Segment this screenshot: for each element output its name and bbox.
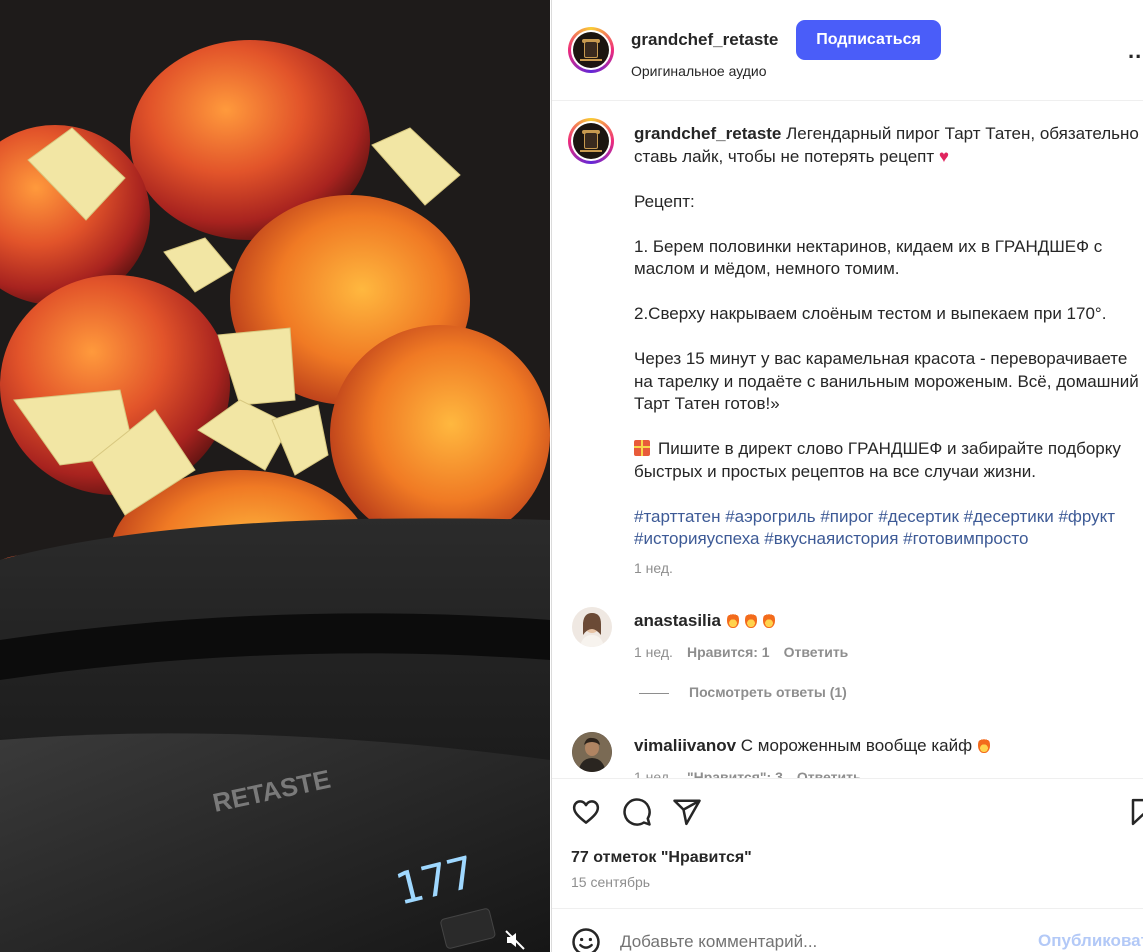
heart-emoji-icon: ♥ [938, 146, 949, 166]
like-icon[interactable] [571, 797, 601, 827]
brand-logo-icon [573, 123, 609, 159]
recipe-step-2: 2.Сверху накрываем слоёным тестом и выпе… [634, 304, 1107, 323]
hashtags[interactable]: #тарттатен #аэрогриль #пирог #десертик #… [634, 506, 1143, 551]
fire-emoji-icon [726, 612, 739, 628]
author-username[interactable]: grandchef_retaste [631, 30, 778, 50]
comments-section[interactable]: grandchef_retaste Легендарный пирог Тарт… [552, 102, 1143, 778]
caption-timestamp[interactable]: 1 нед. [634, 560, 673, 576]
comment-icon[interactable] [622, 797, 652, 827]
likes-count[interactable]: 77 отметок "Нравится" [571, 849, 752, 867]
publish-button[interactable]: Опубликовать [1038, 931, 1143, 951]
commenter-username[interactable]: vimaliivanov [634, 736, 736, 755]
recipe-title: Рецепт: [634, 191, 695, 211]
recipe-step-3: Через 15 минут у вас карамельная красота… [634, 349, 1139, 413]
post-actions: 77 отметок "Нравится" 15 сентябрь [552, 778, 1143, 908]
view-replies-button[interactable]: Посмотреть ответы (1) [689, 684, 847, 700]
caption-username[interactable]: grandchef_retaste [634, 124, 781, 143]
bookmark-icon[interactable] [1128, 797, 1143, 827]
post-header: grandchef_retaste Подписаться Оригинальн… [552, 0, 1143, 101]
emoji-icon[interactable] [571, 927, 601, 952]
more-options-icon[interactable]: ... [1128, 38, 1143, 64]
post-date: 15 сентябрь [571, 874, 651, 890]
comment-text: vimaliivanov С мороженным вообще кайф [634, 735, 991, 756]
follow-button[interactable]: Подписаться [796, 20, 941, 60]
comment-time[interactable]: 1 нед. [634, 644, 673, 660]
reply-button[interactable]: Ответить [797, 769, 862, 778]
promo-text: Пишите в директ слово ГРАНДШЕФ и забирай… [634, 439, 1121, 481]
post-caption: grandchef_retaste Легендарный пирог Тарт… [634, 123, 1143, 551]
reply-button[interactable]: Ответить [784, 644, 849, 660]
comment-body: С мороженным вообще кайф [740, 736, 973, 755]
comment-meta: 1 нед. Нравится: 1 Ответить [634, 644, 862, 660]
comment-time[interactable]: 1 нед. [634, 769, 673, 778]
post-video[interactable]: RETASTE 177 [0, 0, 550, 952]
comment-meta: 1 нед. "Нравится": 3 Ответить [634, 769, 876, 778]
share-icon[interactable] [672, 797, 702, 827]
nectarine [330, 325, 550, 545]
audio-label[interactable]: Оригинальное аудио [631, 63, 767, 79]
caption-author-avatar[interactable] [568, 118, 614, 164]
post-details-panel: grandchef_retaste Подписаться Оригинальн… [551, 0, 1143, 952]
comment-text: anastasilia [634, 610, 775, 631]
comment-likes[interactable]: "Нравится": 3 [687, 769, 783, 778]
comment-likes[interactable]: Нравится: 1 [687, 644, 770, 660]
fire-emoji-icon [762, 612, 775, 628]
comment-input[interactable] [620, 929, 1030, 952]
author-avatar[interactable] [568, 27, 614, 73]
commenter-avatar[interactable] [572, 607, 612, 647]
recipe-step-1: 1. Берем половинки нектаринов, кидаем их… [634, 236, 1103, 279]
replies-divider [639, 693, 669, 694]
fire-emoji-icon [978, 737, 991, 753]
commenter-avatar[interactable] [572, 732, 612, 772]
video-frame: RETASTE 177 [0, 0, 550, 952]
add-comment-bar: Опубликовать [552, 908, 1143, 952]
commenter-username[interactable]: anastasilia [634, 611, 721, 630]
brand-logo-icon [573, 32, 609, 68]
fire-emoji-icon [744, 612, 757, 628]
gift-emoji-icon [634, 440, 650, 456]
mute-icon[interactable] [503, 928, 531, 952]
